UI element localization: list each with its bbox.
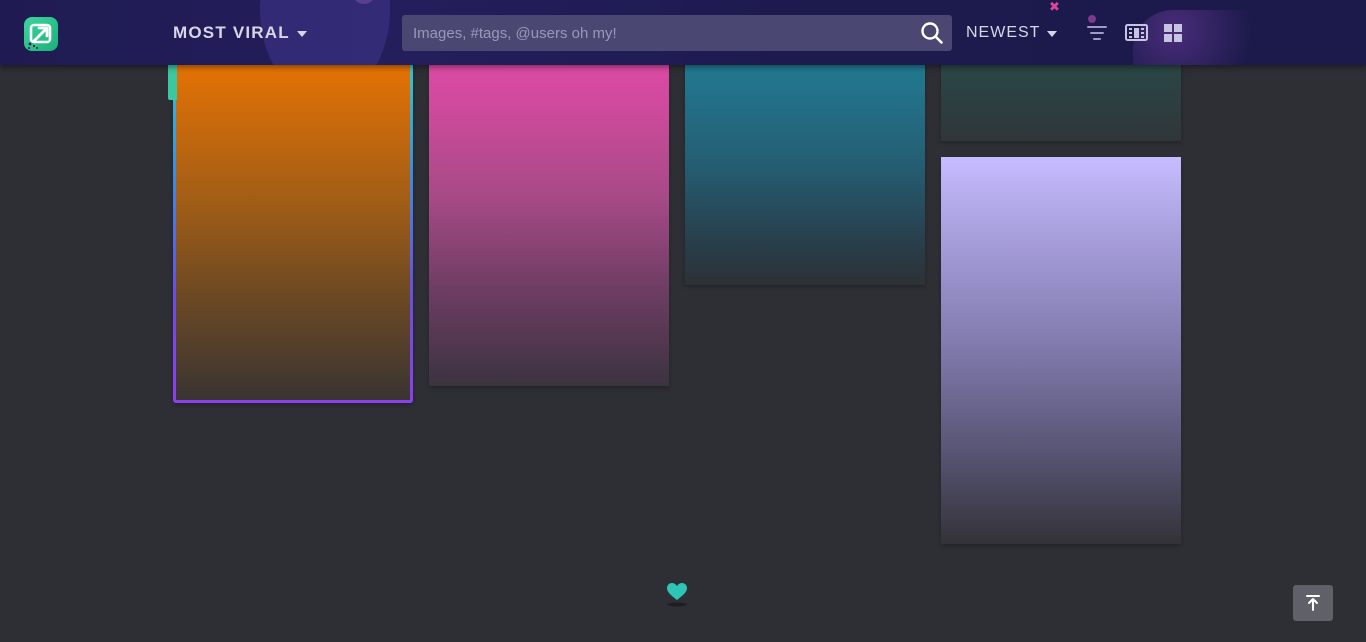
dropdown-caret-icon xyxy=(296,30,307,37)
post-tag-marker xyxy=(168,62,177,100)
back-to-top-button[interactable] xyxy=(1293,585,1333,621)
gallery-post-3[interactable] xyxy=(685,40,925,285)
grid-view-icon[interactable] xyxy=(1163,22,1185,44)
heart-icon xyxy=(665,581,689,607)
search-icon[interactable] xyxy=(920,21,944,45)
section-dropdown[interactable]: MOST VIRAL xyxy=(173,22,307,44)
search-input[interactable] xyxy=(402,15,913,51)
gallery-post-2[interactable] xyxy=(429,40,669,386)
arrow-up-to-line-icon xyxy=(1306,595,1320,611)
page: ✖ MOST VIRAL Images, #tags, @users oh my… xyxy=(0,0,1366,642)
dropdown-caret-icon xyxy=(1047,30,1058,37)
gallery-post-5[interactable] xyxy=(941,157,1181,544)
header-decoration-x: ✖ xyxy=(1049,0,1060,14)
sort-dropdown-label: NEWEST xyxy=(966,24,1041,41)
imgur-logo-icon[interactable] xyxy=(24,17,58,51)
gallery-post-1[interactable] xyxy=(173,40,413,403)
search-box xyxy=(402,15,952,51)
header-decoration-glow xyxy=(1133,10,1273,65)
filter-icon[interactable] xyxy=(1086,22,1108,44)
section-dropdown-label: MOST VIRAL xyxy=(173,23,290,42)
list-view-icon[interactable] xyxy=(1125,22,1148,44)
sort-dropdown[interactable]: NEWEST xyxy=(966,23,1058,43)
top-header: ✖ MOST VIRAL Images, #tags, @users oh my… xyxy=(0,0,1366,65)
